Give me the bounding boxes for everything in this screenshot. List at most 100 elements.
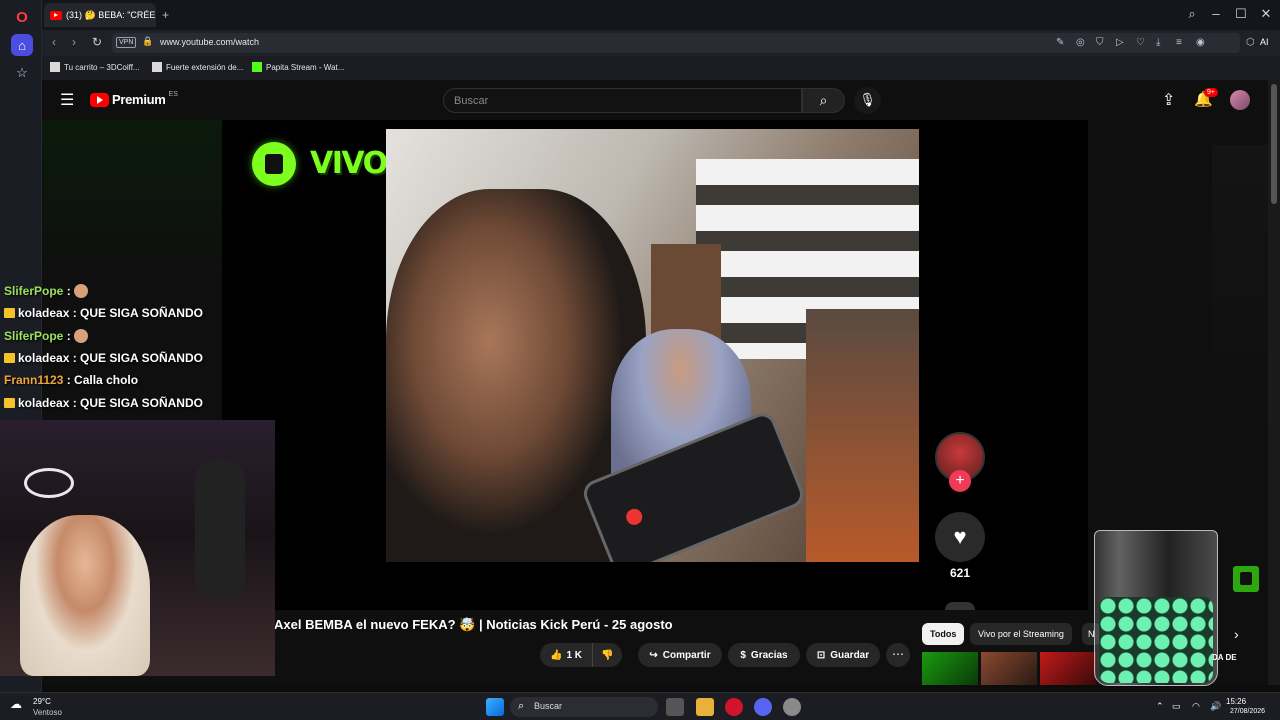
chat-message: SliferPope : bbox=[4, 284, 89, 298]
thumbnail[interactable] bbox=[922, 652, 978, 685]
chat-username: SliferPope bbox=[4, 328, 64, 343]
weather-icon[interactable]: ☁ bbox=[10, 697, 22, 711]
volume-icon[interactable]: 🔊 bbox=[1210, 701, 1221, 712]
wifi-icon[interactable]: ◠ bbox=[1192, 701, 1200, 712]
kick-favicon-icon bbox=[252, 62, 262, 72]
glass-overlay bbox=[1094, 530, 1218, 686]
chip-todos[interactable]: Todos bbox=[922, 623, 965, 645]
windows-start-icon[interactable] bbox=[486, 698, 504, 716]
edit-icon[interactable]: ✎ bbox=[1056, 37, 1064, 48]
brand-badge-icon bbox=[1233, 566, 1259, 592]
file-explorer-icon[interactable] bbox=[696, 698, 714, 716]
maximize-icon[interactable]: ☐ bbox=[1233, 6, 1249, 22]
chevron-right-icon[interactable]: › bbox=[1234, 626, 1239, 642]
avatar[interactable] bbox=[1230, 90, 1250, 110]
extensions-icon[interactable]: ⬡ bbox=[1246, 37, 1255, 48]
notification-badge: 9+ bbox=[1204, 88, 1218, 97]
chevron-up-icon[interactable]: ⌃ bbox=[1156, 701, 1164, 712]
chat-username: koladeax bbox=[18, 395, 70, 410]
discord-icon[interactable] bbox=[754, 698, 772, 716]
ai-button[interactable]: AI bbox=[1260, 37, 1269, 47]
clock-time[interactable]: 15:26 bbox=[1226, 697, 1246, 706]
new-tab-icon[interactable]: + bbox=[162, 8, 169, 22]
chat-text: QUE SIGA SOÑANDO bbox=[80, 350, 203, 365]
dislike-button[interactable]: 👎 bbox=[592, 643, 622, 667]
search-button[interactable]: ⌕ bbox=[802, 88, 845, 113]
thanks-icon: $ bbox=[740, 649, 746, 661]
menu-icon[interactable]: ≡ bbox=[1176, 37, 1182, 48]
search-input[interactable]: Buscar bbox=[443, 88, 802, 113]
youtube-logo[interactable]: Premium ES bbox=[90, 91, 178, 107]
url-text[interactable]: www.youtube.com/watch bbox=[160, 37, 259, 47]
more-actions-icon[interactable]: ⋯ bbox=[886, 643, 910, 667]
thumbnail[interactable] bbox=[981, 652, 1037, 685]
save-button[interactable]: ⊡ Guardar bbox=[806, 643, 880, 667]
play-icon[interactable]: ▷ bbox=[1116, 37, 1124, 48]
camera-icon[interactable]: ◎ bbox=[1076, 37, 1085, 48]
url-field[interactable]: VPN 🔒 www.youtube.com/watch ✎ ◎ ⛉ ▷ ♡ ⤓ … bbox=[112, 33, 1240, 53]
opera-logo-icon[interactable]: O bbox=[11, 6, 33, 28]
bottles bbox=[806, 309, 919, 562]
chat-separator: : bbox=[69, 306, 81, 321]
like-heart-icon[interactable]: ♥ bbox=[935, 512, 985, 562]
chat-emote-icon bbox=[74, 328, 89, 343]
thanks-button[interactable]: $ Gracias bbox=[728, 643, 800, 667]
obs-icon[interactable] bbox=[783, 698, 801, 716]
home-icon[interactable]: ⌂ bbox=[11, 34, 33, 56]
comment-icon[interactable] bbox=[945, 602, 975, 610]
forward-icon[interactable]: › bbox=[72, 35, 76, 49]
opera-taskbar-icon[interactable] bbox=[725, 698, 743, 716]
clock-date[interactable]: 27/08/2026 bbox=[1230, 708, 1265, 715]
chat-text: QUE SIGA SOÑANDO bbox=[80, 306, 203, 321]
bookmarks-bar: Tu carrito – 3DCoiff... Fuerte extensión… bbox=[42, 56, 1280, 80]
chip-vivo[interactable]: Vivo por el Streaming bbox=[970, 623, 1072, 645]
shield-icon[interactable]: ⛉ bbox=[1096, 37, 1104, 48]
like-button[interactable]: 👍 1 K bbox=[540, 643, 592, 667]
bookmark-item[interactable]: Fuerte extensión de... bbox=[152, 62, 243, 72]
star-icon[interactable]: ☆ bbox=[11, 62, 33, 84]
chat-separator: : bbox=[69, 395, 81, 410]
youtube-header: ☰ Premium ES Buscar ⌕ 🎙 ⇪ 🔔 9+ bbox=[42, 80, 1268, 120]
download-icon[interactable]: ⤓ bbox=[1156, 37, 1160, 48]
page-scrollbar[interactable] bbox=[1268, 80, 1280, 685]
search-icon: ⌕ bbox=[518, 700, 525, 712]
thumbs-down-icon: 👎 bbox=[601, 649, 614, 661]
video-player[interactable]: VIVOXELSTREAMING + ♥ 621 bbox=[222, 120, 1088, 610]
heart-icon[interactable]: ♡ bbox=[1136, 37, 1145, 48]
bookmark-item[interactable]: Papita Stream - Wat... bbox=[252, 62, 344, 72]
chat-message: Frann1123 : Calla cholo bbox=[4, 373, 138, 387]
taskbar-search[interactable]: Buscar bbox=[510, 697, 658, 717]
speaker bbox=[195, 460, 245, 600]
mic-icon: 🎙 bbox=[859, 92, 876, 107]
tab-youtube[interactable]: (31) 🤔 BEBA: "CRÉEM bbox=[44, 3, 156, 27]
battery-icon[interactable]: ▭ bbox=[1172, 701, 1181, 712]
reload-icon[interactable]: ↻ bbox=[92, 35, 102, 49]
thumbnail[interactable] bbox=[1040, 652, 1096, 685]
scrollbar-thumb[interactable] bbox=[1271, 84, 1277, 204]
bookmark-favicon-icon bbox=[152, 62, 162, 72]
hamburger-menu-icon[interactable]: ☰ bbox=[60, 90, 74, 110]
chat-text: Calla cholo bbox=[74, 373, 139, 388]
crown-badge-icon bbox=[4, 397, 15, 408]
tab-bar: (31) 🤔 BEBA: "CRÉEM + ⌕ – ☐ ✕ bbox=[42, 0, 1280, 30]
share-icon: ↪ bbox=[649, 649, 658, 661]
account-icon[interactable]: ◉ bbox=[1196, 37, 1205, 48]
windows-taskbar: ☁ 29°C Ventoso Buscar ⌕ ⌃ ▭ ◠ 🔊 15:26 27… bbox=[0, 692, 1280, 720]
vpn-badge[interactable]: VPN bbox=[116, 37, 137, 48]
search-tabs-icon[interactable]: ⌕ bbox=[1184, 6, 1200, 22]
follow-plus-icon[interactable]: + bbox=[949, 470, 971, 492]
upload-icon[interactable]: ⇪ bbox=[1162, 90, 1175, 110]
voice-search-button[interactable]: 🎙 bbox=[854, 87, 881, 114]
bookmark-icon: ⊡ bbox=[816, 649, 826, 661]
close-icon[interactable]: ✕ bbox=[1258, 6, 1274, 22]
task-view-icon[interactable] bbox=[666, 698, 684, 716]
share-button[interactable]: ↪ Compartir bbox=[638, 643, 722, 667]
bookmark-item[interactable]: Tu carrito – 3DCoiff... bbox=[50, 62, 140, 72]
video-title: Axel BEMBA el nuevo FEKA? 🤯 | Noticias K… bbox=[274, 617, 673, 632]
chat-message: koladeax : QUE SIGA SOÑANDO bbox=[4, 396, 203, 410]
back-icon[interactable]: ‹ bbox=[52, 35, 56, 49]
logo-region: ES bbox=[168, 91, 178, 98]
chat-separator: : bbox=[63, 373, 75, 388]
bookmark-favicon-icon bbox=[50, 62, 60, 72]
minimize-icon[interactable]: – bbox=[1208, 6, 1224, 21]
